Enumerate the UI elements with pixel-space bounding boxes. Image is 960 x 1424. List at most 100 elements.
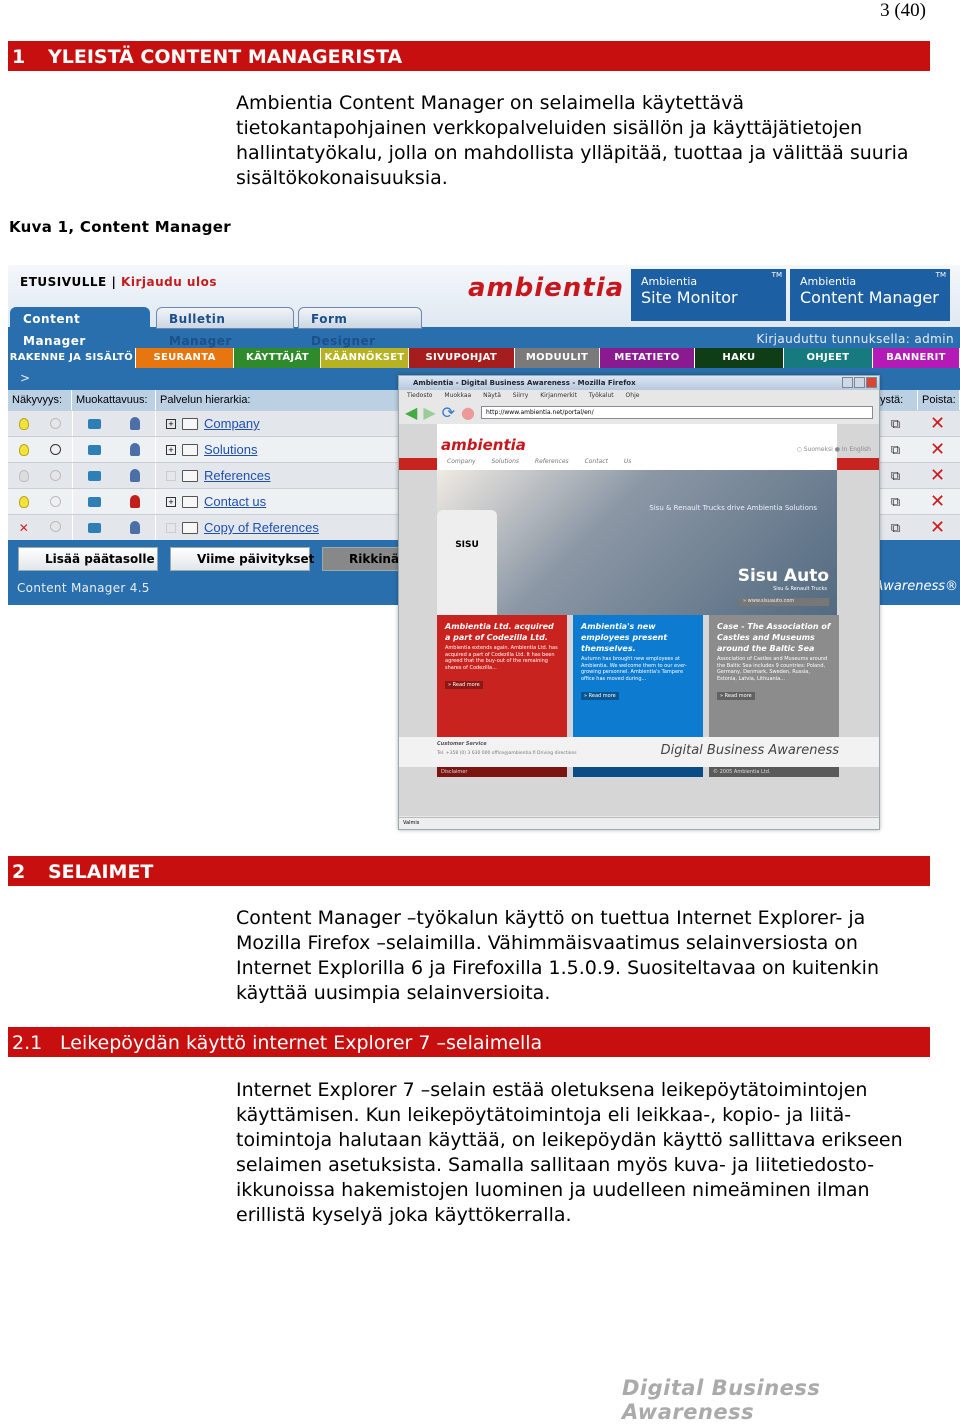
header-visibility: Näkyvyys: — [8, 390, 72, 410]
clock-icon[interactable] — [50, 469, 62, 481]
menu-item[interactable]: KÄYTTÄJÄT — [234, 348, 322, 368]
trademark: TM — [935, 271, 946, 279]
checkbox[interactable] — [166, 522, 176, 533]
menu-item[interactable]: HAKU — [694, 348, 784, 368]
section-number: 2 — [12, 861, 26, 883]
page-link[interactable]: Solutions — [204, 442, 257, 457]
visibility-cell: ✕ — [8, 520, 72, 535]
header-delete: Poista: — [918, 390, 960, 410]
user-icon[interactable] — [130, 443, 141, 456]
delete-icon[interactable]: ✕ — [930, 517, 945, 538]
unlock-icon[interactable] — [87, 470, 101, 481]
read-more-link[interactable]: » Read more — [581, 692, 619, 700]
user-icon[interactable] — [130, 521, 141, 534]
unlock-icon[interactable] — [87, 418, 101, 429]
figure-caption: Kuva 1, Content Manager — [9, 218, 231, 236]
unlock-icon[interactable] — [87, 444, 101, 455]
header-copy: ystä: — [876, 390, 918, 410]
site-monitor-badge[interactable]: Ambientia Site Monitor TM — [631, 269, 786, 321]
checkbox[interactable] — [166, 470, 176, 481]
recent-updates-button[interactable]: Viime päivitykset — [170, 547, 314, 571]
add-top-level-button[interactable]: Lisää päätasolle — [18, 547, 158, 571]
delete-icon[interactable]: ✕ — [930, 491, 945, 512]
browser-menu[interactable]: Tiedosto Muokkaa Näytä Siirry Kirjanmerk… — [399, 390, 879, 402]
table-row: ⧉ ✕ — [876, 410, 960, 436]
menu-item[interactable]: BANNERIT — [872, 348, 960, 368]
menu-item[interactable]: SEURANTA — [135, 348, 235, 368]
expand-icon[interactable]: + — [166, 418, 176, 429]
visibility-bulb-icon[interactable] — [18, 469, 29, 482]
news-title[interactable]: Case - The Association of Castles and Mu… — [717, 621, 831, 654]
editability-cell — [72, 437, 156, 462]
copy-icon[interactable]: ⧉ — [891, 520, 900, 536]
url-bar[interactable]: http://www.ambientia.net/portal/en/ — [481, 405, 873, 419]
content-manager-badge[interactable]: Ambientia Content Manager TM — [790, 269, 950, 321]
delete-icon[interactable]: ✕ — [930, 465, 945, 486]
breadcrumb[interactable]: > — [20, 371, 30, 385]
minimize-icon[interactable] — [842, 377, 853, 388]
hero-title: Sisu Auto — [737, 566, 829, 586]
menu-item[interactable]: RAKENNE JA SISÄLTÖ — [8, 348, 136, 368]
language-selector[interactable]: ○ Suomeksi ● In English — [797, 446, 871, 453]
unlock-icon[interactable] — [87, 496, 101, 507]
hero-link[interactable]: » www.sisuauto.com — [739, 598, 829, 606]
home-link[interactable]: ETUSIVULLE — [20, 275, 107, 289]
hierarchy-cell: Copy of References — [156, 520, 319, 535]
delete-icon[interactable]: ✕ — [930, 439, 945, 460]
firefox-window: Ambientia - Digital Business Awareness -… — [398, 375, 880, 830]
tab-form-designer[interactable]: Form Designer — [298, 307, 422, 348]
news-title[interactable]: Ambientia Ltd. acquired a part of Codezi… — [445, 621, 559, 643]
tab-bulletin-manager[interactable]: Bulletin Manager — [156, 307, 294, 348]
folder-icon — [182, 417, 198, 430]
clock-icon[interactable] — [50, 417, 62, 429]
page-link[interactable]: References — [204, 468, 270, 483]
delete-icon[interactable]: ✕ — [930, 413, 945, 434]
reload-icon[interactable]: ⟳ — [442, 403, 455, 422]
user-icon[interactable] — [130, 495, 141, 508]
read-more-link[interactable]: » Read more — [445, 681, 483, 689]
unlock-icon[interactable] — [87, 522, 101, 533]
customer-service-label: Customer Service — [437, 741, 487, 747]
folder-icon — [182, 521, 198, 534]
visibility-bulb-icon[interactable] — [18, 495, 29, 508]
table-row: ⧉ ✕ — [876, 436, 960, 462]
maximize-icon[interactable] — [854, 377, 865, 388]
page-link[interactable]: Company — [204, 416, 260, 431]
window-title-bar: Ambientia - Digital Business Awareness -… — [399, 376, 879, 390]
menu-item[interactable]: OHJEET — [783, 348, 873, 368]
logout-link[interactable]: Kirjaudu ulos — [121, 275, 217, 289]
tab-content-manager[interactable]: Content Manager — [10, 307, 150, 348]
section-2-paragraph: Content Manager –työkalun käyttö on tuet… — [236, 907, 880, 1004]
ambientia-logo: ambientia — [468, 273, 625, 303]
forward-icon[interactable]: ▶ — [423, 403, 435, 422]
user-icon[interactable] — [130, 417, 141, 430]
clock-icon[interactable] — [50, 443, 62, 455]
clock-icon[interactable] — [50, 495, 62, 507]
section-number: 1 — [12, 46, 26, 68]
hidden-icon[interactable]: ✕ — [19, 521, 29, 535]
menu-item[interactable]: METATIETO — [600, 348, 695, 368]
copy-icon[interactable]: ⧉ — [891, 494, 900, 510]
page-link[interactable]: Contact us — [204, 494, 266, 509]
copy-icon[interactable]: ⧉ — [891, 468, 900, 484]
news-title[interactable]: Ambientia's new employees present themse… — [581, 621, 695, 654]
editability-cell — [72, 489, 156, 514]
stop-icon[interactable]: ● — [461, 403, 475, 422]
menu-item[interactable]: SIVUPOHJAT — [408, 348, 515, 368]
visibility-bulb-icon[interactable] — [18, 443, 29, 456]
copy-icon[interactable]: ⧉ — [891, 442, 900, 458]
visibility-bulb-icon[interactable] — [18, 417, 29, 430]
read-more-link[interactable]: » Read more — [717, 692, 755, 700]
site-nav[interactable]: Company Solutions References Contact Us — [437, 458, 837, 470]
user-icon[interactable] — [130, 469, 141, 482]
copy-icon[interactable]: ⧉ — [891, 416, 900, 432]
back-icon[interactable]: ◀ — [405, 403, 417, 422]
expand-icon[interactable]: + — [166, 444, 176, 455]
close-icon[interactable] — [866, 377, 877, 388]
expand-icon[interactable]: + — [166, 496, 176, 507]
page-link[interactable]: Copy of References — [204, 520, 319, 535]
clock-icon[interactable] — [50, 520, 62, 532]
menu-item[interactable]: MODUULIT — [514, 348, 601, 368]
section-1-heading: 1 YLEISTÄ CONTENT MANAGERISTA — [8, 41, 930, 71]
menu-item[interactable]: KÄÄNNÖKSET — [321, 348, 409, 368]
